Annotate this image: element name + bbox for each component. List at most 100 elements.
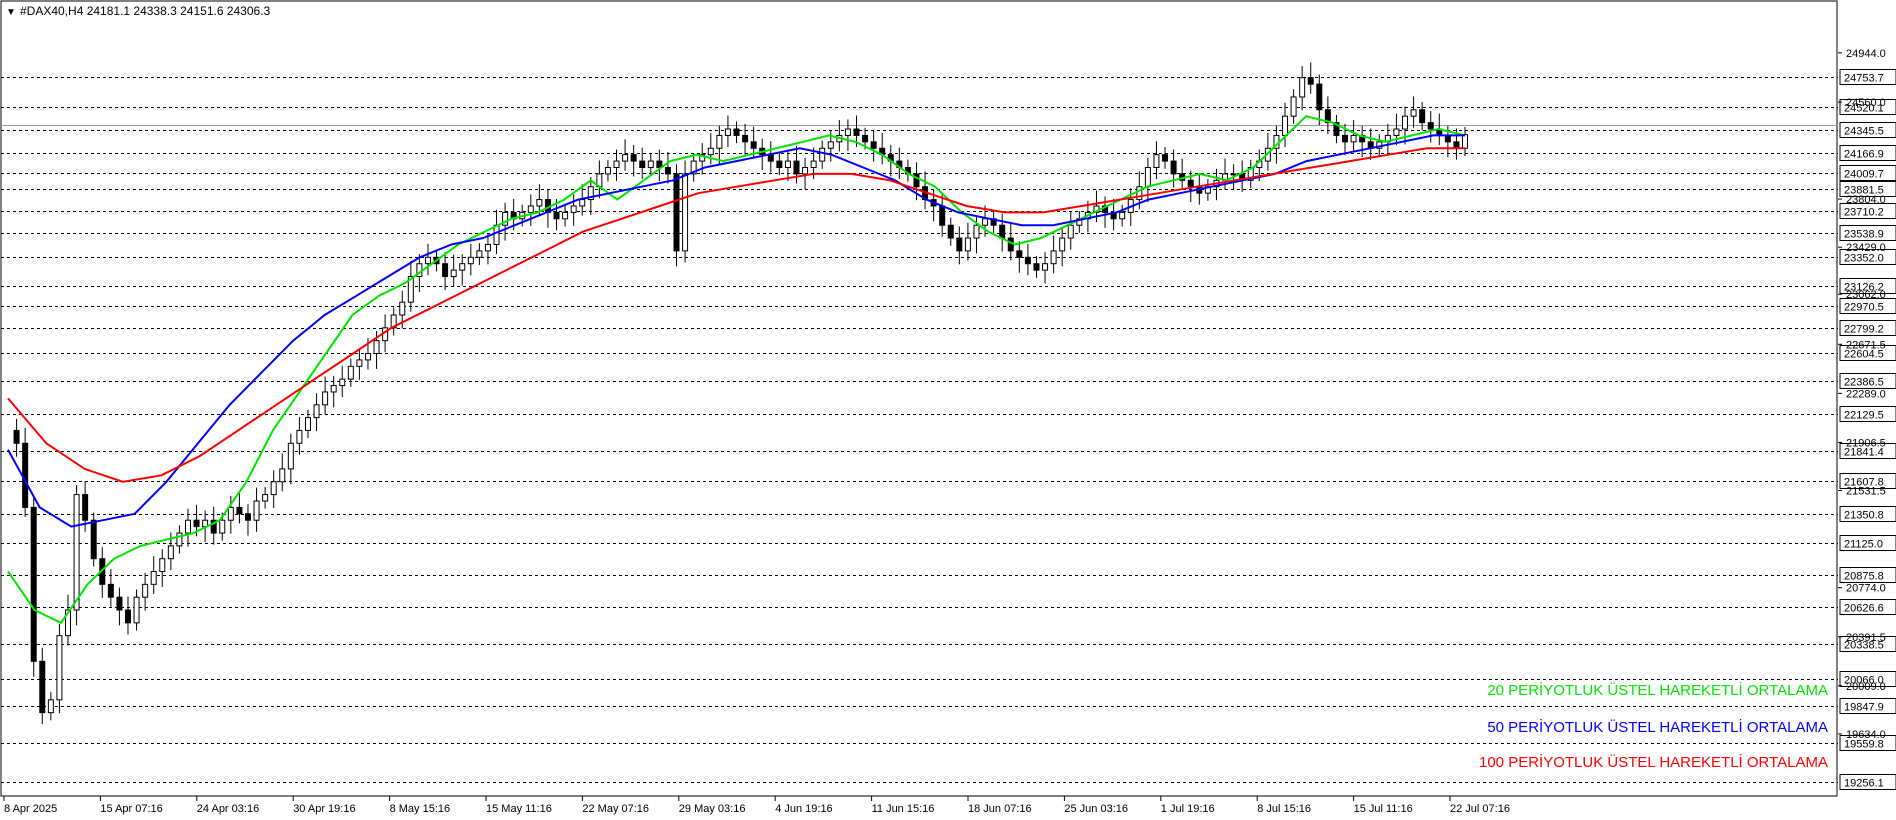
- candle-body: [13, 429, 20, 444]
- candle-body: [219, 519, 226, 534]
- candle-body: [1402, 115, 1409, 130]
- candle-body: [862, 134, 869, 143]
- time-tick-label: 15 Jul 11:16: [1354, 803, 1413, 815]
- candle-body: [22, 442, 29, 508]
- candle-body: [56, 635, 63, 701]
- axis-tick-label: 20009.0: [1846, 681, 1886, 693]
- candle-body: [784, 160, 791, 169]
- candle-body: [1042, 263, 1049, 271]
- level-label: 21125.0: [1844, 539, 1883, 551]
- candle-body: [244, 513, 251, 521]
- candle-body: [1162, 154, 1169, 162]
- candle-body: [604, 167, 611, 175]
- level-label: 24345.5: [1844, 126, 1884, 138]
- candle-body: [1419, 109, 1426, 124]
- candle-body: [810, 160, 817, 169]
- candle-body: [339, 378, 346, 387]
- candle-body: [1033, 263, 1040, 271]
- axis-tick-label: 23062.0: [1846, 289, 1886, 301]
- candle-body: [399, 301, 406, 316]
- candle-body: [1462, 134, 1468, 149]
- candle-body: [484, 243, 491, 252]
- axis-tick-label: 24944.0: [1846, 48, 1886, 60]
- candle-body: [424, 256, 431, 265]
- ema-line-100: [7, 147, 1465, 483]
- candle-body: [107, 583, 114, 598]
- level-label: 21350.8: [1844, 510, 1884, 522]
- candle-body: [613, 160, 620, 169]
- candle-body: [827, 141, 834, 149]
- candle-body: [767, 154, 774, 162]
- candle-body: [467, 256, 474, 265]
- axis-tick-label: 24560.0: [1846, 97, 1886, 109]
- axis-tick-label: 22671.5: [1846, 339, 1886, 351]
- candle-body: [82, 494, 89, 521]
- candle-body: [1050, 250, 1057, 265]
- level-label: 20626.6: [1844, 603, 1884, 615]
- symbol-header: #DAX40,H4 24181.1 24338.3 24151.6 24306.…: [20, 4, 271, 18]
- candle-body: [1153, 154, 1160, 169]
- axis-tick-label: 20774.0: [1846, 583, 1886, 595]
- candle-body: [270, 481, 277, 496]
- candle-body: [1316, 83, 1323, 111]
- candle-body: [167, 545, 174, 560]
- candle-body: [287, 442, 294, 470]
- candle-body: [664, 167, 671, 175]
- time-axis: 8 Apr 2025 15 Apr 07:16 24 Apr 03:16 30 Apr…: [3, 796, 1510, 815]
- ema-line-50: [7, 134, 1465, 528]
- level-label: 24009.7: [1844, 169, 1884, 181]
- ema-line-20: [7, 115, 1466, 625]
- time-tick-label: 15 May 11:16: [486, 803, 552, 815]
- candle-body: [630, 154, 637, 162]
- candle-body: [819, 147, 826, 162]
- level-label: 22799.2: [1844, 324, 1884, 336]
- time-tick-label: 24 Apr 03:16: [197, 803, 259, 815]
- candle-body: [322, 391, 329, 406]
- candle-body: [733, 128, 740, 136]
- time-tick-label: 11 Jun 15:16: [872, 803, 935, 815]
- axis-tick-label: 20391.5: [1846, 632, 1886, 644]
- time-tick-label: 18 Jun 07:16: [968, 803, 1032, 815]
- level-label: 20875.8: [1844, 571, 1884, 583]
- candle-body: [116, 596, 123, 611]
- legend: 20 PERİYOTLUK ÜSTEL HAREKETLİ ORTALAMA 50…: [1479, 681, 1828, 771]
- candle-body: [802, 167, 809, 175]
- legend-item: 50 PERİYOTLUK ÜSTEL HAREKETLİ ORTALAMA: [1487, 718, 1828, 736]
- axis-tick-label: 23804.0: [1846, 194, 1886, 206]
- candle-body: [159, 558, 166, 573]
- time-tick-label: 8 Apr 2025: [4, 803, 57, 815]
- time-tick-label: 8 Jul 15:16: [1257, 803, 1311, 815]
- candle-body: [47, 699, 54, 714]
- candle-body: [724, 128, 731, 136]
- candle-body: [716, 134, 723, 149]
- time-tick-label: 4 Jun 19:16: [775, 803, 833, 815]
- level-label: 22129.5: [1844, 410, 1884, 422]
- level-label: 23352.0: [1844, 253, 1884, 265]
- level-label: 23538.9: [1844, 229, 1884, 241]
- candle-body: [870, 141, 877, 149]
- candle-body: [1059, 237, 1066, 252]
- candle-body: [956, 237, 963, 252]
- time-tick-label: 15 Apr 07:16: [100, 803, 162, 815]
- candle-body: [639, 160, 646, 169]
- dropdown-arrow-icon[interactable]: ▼: [6, 7, 16, 18]
- candle-body: [1170, 160, 1177, 175]
- candle-body: [262, 494, 269, 502]
- candle-body: [579, 199, 586, 207]
- candle-body: [673, 173, 680, 252]
- candle-body: [1119, 211, 1126, 220]
- plot-border: [0, 0, 1838, 797]
- level-label: 19256.1: [1844, 778, 1884, 790]
- candle-body: [476, 250, 483, 258]
- legend-item: 20 PERİYOTLUK ÜSTEL HAREKETLİ ORTALAMA: [1487, 681, 1828, 699]
- level-label: 19847.9: [1844, 702, 1884, 714]
- candle-body: [364, 352, 371, 361]
- time-tick-label: 30 Apr 19:16: [293, 803, 355, 815]
- candle-body: [527, 205, 534, 213]
- axis-tick-label: 22289.0: [1846, 388, 1886, 400]
- candle-body: [570, 205, 577, 213]
- candle-body: [124, 609, 131, 624]
- candle-body: [227, 506, 234, 521]
- candle-body: [1342, 134, 1349, 143]
- time-tick-label: 1 Jul 19:16: [1161, 803, 1215, 815]
